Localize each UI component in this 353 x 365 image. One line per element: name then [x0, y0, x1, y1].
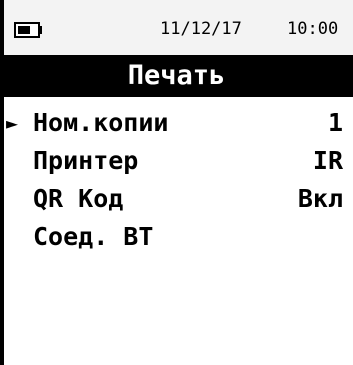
page-title: Печать — [127, 60, 226, 91]
status-bar: 11/12/17 10:00 — [0, 0, 353, 55]
battery-tip-icon — [38, 26, 42, 34]
menu-item-label: QR Код — [33, 184, 124, 213]
menu-item-value: Вкл — [297, 184, 343, 213]
menu-item-label: Соед. BT — [33, 222, 154, 251]
menu-item-value: IR — [312, 146, 343, 175]
menu-item-bt-connection[interactable]: Соед. BT — [0, 218, 353, 256]
menu-item-copies[interactable]: ► Ном.копии 1 — [0, 104, 353, 142]
status-date: 11/12/17 — [160, 19, 242, 39]
menu-item-printer[interactable]: Принтер IR — [0, 142, 353, 180]
print-menu: ► Ном.копии 1 Принтер IR QR Код Вкл Соед… — [0, 104, 353, 256]
menu-item-qr-code[interactable]: QR Код Вкл — [0, 180, 353, 218]
selection-cursor-icon: ► — [6, 111, 19, 135]
menu-item-label: Принтер — [33, 146, 139, 175]
menu-item-value: 1 — [327, 108, 343, 137]
screen-left-border — [0, 0, 4, 365]
title-bar: Печать — [0, 55, 353, 97]
battery-icon — [14, 22, 40, 38]
status-time: 10:00 — [287, 19, 339, 39]
menu-item-label: Ном.копии — [33, 108, 169, 137]
battery-level — [18, 26, 30, 34]
device-screen: 11/12/17 10:00 Печать ► Ном.копии 1 Прин… — [0, 0, 353, 365]
